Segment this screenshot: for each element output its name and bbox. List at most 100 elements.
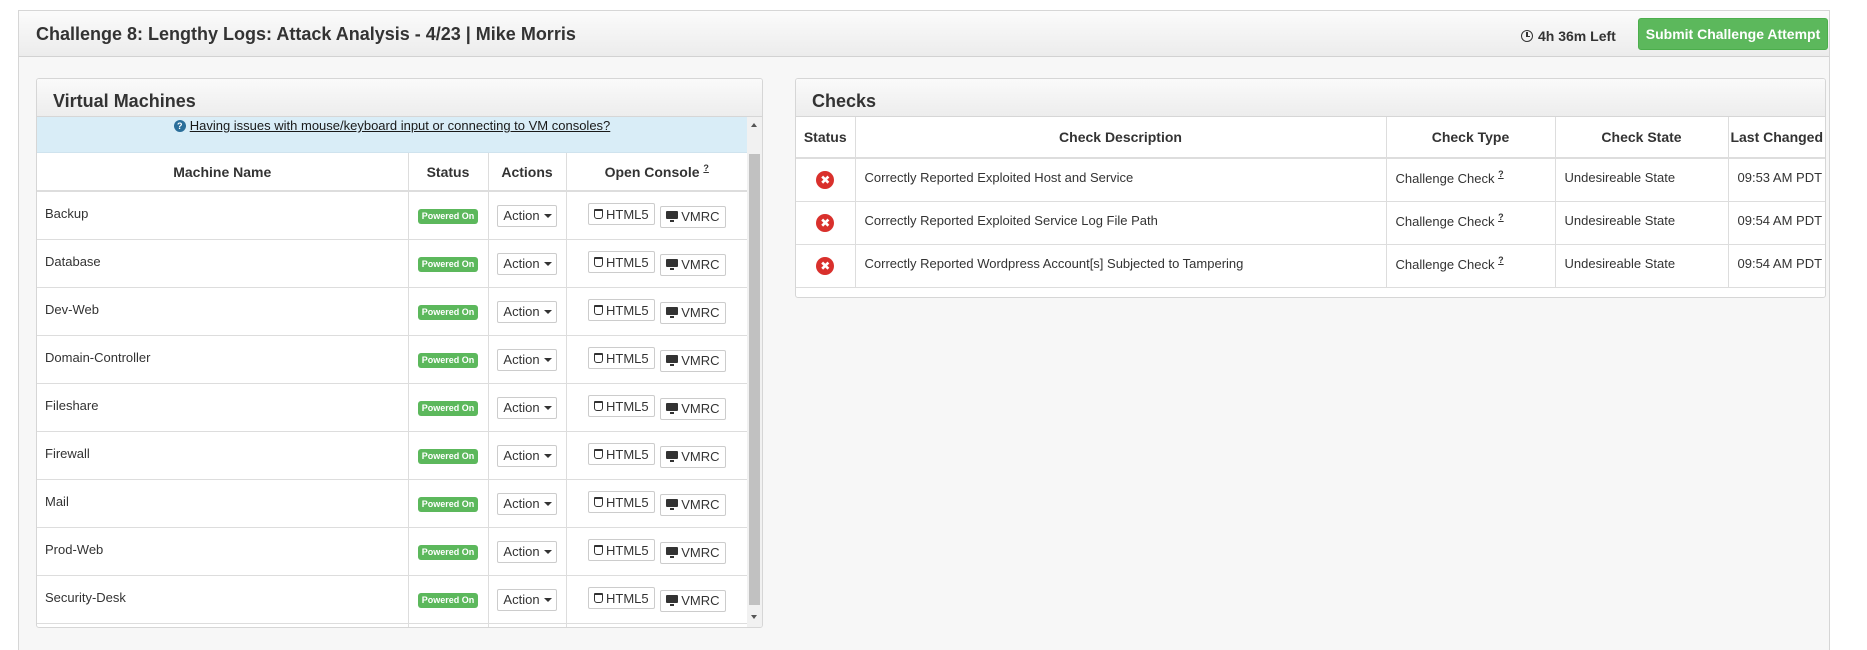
scroll-up-arrow-icon[interactable] [751,123,757,127]
check-type-label: Challenge Check [1395,214,1495,229]
action-dropdown-button[interactable]: Action [497,396,557,419]
action-dropdown-button[interactable]: Action [497,588,557,611]
html5-console-button[interactable]: HTML5 [587,347,655,370]
actions-cell: Action [488,287,567,336]
check-type-help-icon[interactable]: ? [1498,212,1504,222]
vmrc-console-button[interactable]: VMRC [660,253,726,276]
column-header-last-changed: Last Changed [1728,117,1825,159]
html5-icon [593,593,603,604]
caret-down-icon [543,453,552,458]
vmrc-console-label: VMRC [681,449,720,465]
actions-cell: Action [488,527,567,576]
status-badge: Powered On [417,593,479,608]
html5-console-button[interactable]: HTML5 [587,299,655,322]
scroll-down-arrow-icon[interactable] [751,615,757,619]
caret-down-icon [543,501,552,506]
status-cell: Powered On [408,479,489,528]
submit-challenge-button[interactable]: Submit Challenge Attempt [1638,18,1828,50]
vm-help-link[interactable]: Having issues with mouse/keyboard input … [190,118,611,133]
html5-icon [593,449,603,460]
html5-console-label: HTML5 [605,206,649,222]
column-header-check-status: Status [796,117,856,159]
machine-name: Prod-Web [37,527,409,576]
vmrc-console-button[interactable]: VMRC [660,301,726,324]
scrollbar-thumb[interactable] [749,154,760,605]
action-dropdown-button[interactable]: Action [497,348,557,371]
monitor-icon [666,451,679,463]
table-row: Domain-Controller Powered On Action HTML5 V… [37,335,747,384]
check-state-text: Undesireable State [1564,256,1676,271]
table-row: Database Powered On Action HTML5 VMRC [37,239,747,288]
check-type-label: Challenge Check [1395,171,1495,187]
checks-title: Checks [796,79,1825,117]
vm-table-body: Backup Powered On Action HTML5 VMRC Database… [37,191,747,627]
html5-console-button[interactable]: HTML5 [587,491,655,514]
caret-down-icon [543,357,552,362]
status-cell: Powered On [408,383,489,432]
action-dropdown-button[interactable]: Action [497,444,557,467]
html5-icon [593,401,603,412]
caret-down-icon [543,261,552,266]
vmrc-console-button[interactable]: VMRC [660,397,726,420]
table-row: Firewall Powered On Action HTML5 VMRC [37,431,747,480]
table-row: ✖ Correctly Reported Exploited Service Lo… [796,201,1825,245]
check-description-text: Correctly Reported Exploited Host and Se… [864,170,1134,186]
monitor-icon [666,211,679,223]
html5-console-button[interactable]: HTML5 [587,443,655,466]
action-dropdown-button[interactable]: Action [497,252,557,275]
vmrc-console-label: VMRC [681,593,720,609]
vmrc-console-button[interactable]: VMRC [660,589,726,612]
monitor-icon [666,355,679,367]
vm-table: Machine Name Status Actions Open Console… [37,153,747,627]
vm-scrollbar[interactable] [747,117,762,627]
checks-panel: Checks Status Check Description Check Ty… [795,78,1826,298]
virtual-machines-title: Virtual Machines [37,79,762,117]
caret-down-icon [543,549,552,554]
table-row: Mail Powered On Action HTML5 VMRC [37,479,747,528]
console-cell: HTML5 VMRC [566,239,747,288]
caret-down-icon [543,309,552,314]
check-type: Challenge Check ? [1386,158,1556,202]
html5-icon [593,209,603,220]
challenge-header: Challenge 8: Lengthy Logs: Attack Analys… [19,11,1829,57]
vmrc-console-button[interactable]: VMRC [660,445,726,468]
check-state: Undesireable State [1555,244,1729,288]
vmrc-console-label: VMRC [681,401,720,417]
check-type-help-icon[interactable]: ? [1498,169,1504,179]
action-dropdown-button[interactable]: Action [497,300,557,323]
status-cell: Powered On [408,527,489,576]
vm-scroll-area: ? Having issues with mouse/keyboard input… [37,117,747,627]
console-cell: HTML5 VMRC [566,383,747,432]
html5-console-button[interactable]: HTML5 [587,587,655,610]
vmrc-console-button[interactable]: VMRC [660,205,726,228]
console-help-icon[interactable]: ? [703,163,709,173]
check-state-text: Undesireable State [1564,170,1676,186]
console-cell: HTML5 VMRC [566,431,747,480]
vmrc-console-button[interactable]: VMRC [660,493,726,516]
html5-console-button[interactable]: HTML5 [587,251,655,274]
action-dropdown-label: Action [503,448,540,463]
vmrc-console-button[interactable]: VMRC [660,349,726,372]
html5-icon [593,305,603,316]
table-row: Prod-Web Powered On Action HTML5 VMRC [37,527,747,576]
status-cell: Powered On [408,623,489,627]
html5-console-button[interactable]: HTML5 [587,395,655,418]
html5-console-label: HTML5 [605,494,649,510]
action-dropdown-button[interactable]: Action [497,540,557,563]
action-dropdown-label: Action [503,256,540,271]
status-badge: Powered On [417,545,479,560]
action-dropdown-button[interactable]: Action [497,204,557,227]
vmrc-console-label: VMRC [681,305,720,321]
action-dropdown-button[interactable]: Action [497,492,557,515]
html5-console-button[interactable]: HTML5 [587,203,655,226]
column-header-check-state: Check State [1555,117,1729,159]
machine-name: Backup [37,191,409,240]
html5-console-button[interactable]: HTML5 [587,539,655,562]
open-console-label: Open Console [604,164,700,180]
vm-table-header: Machine Name Status Actions Open Console… [37,153,747,192]
vmrc-console-button[interactable]: VMRC [660,541,726,564]
console-cell: HTML5 VMRC [566,623,747,627]
html5-icon [593,353,603,364]
html5-icon [593,545,603,556]
check-type-help-icon[interactable]: ? [1498,255,1504,265]
